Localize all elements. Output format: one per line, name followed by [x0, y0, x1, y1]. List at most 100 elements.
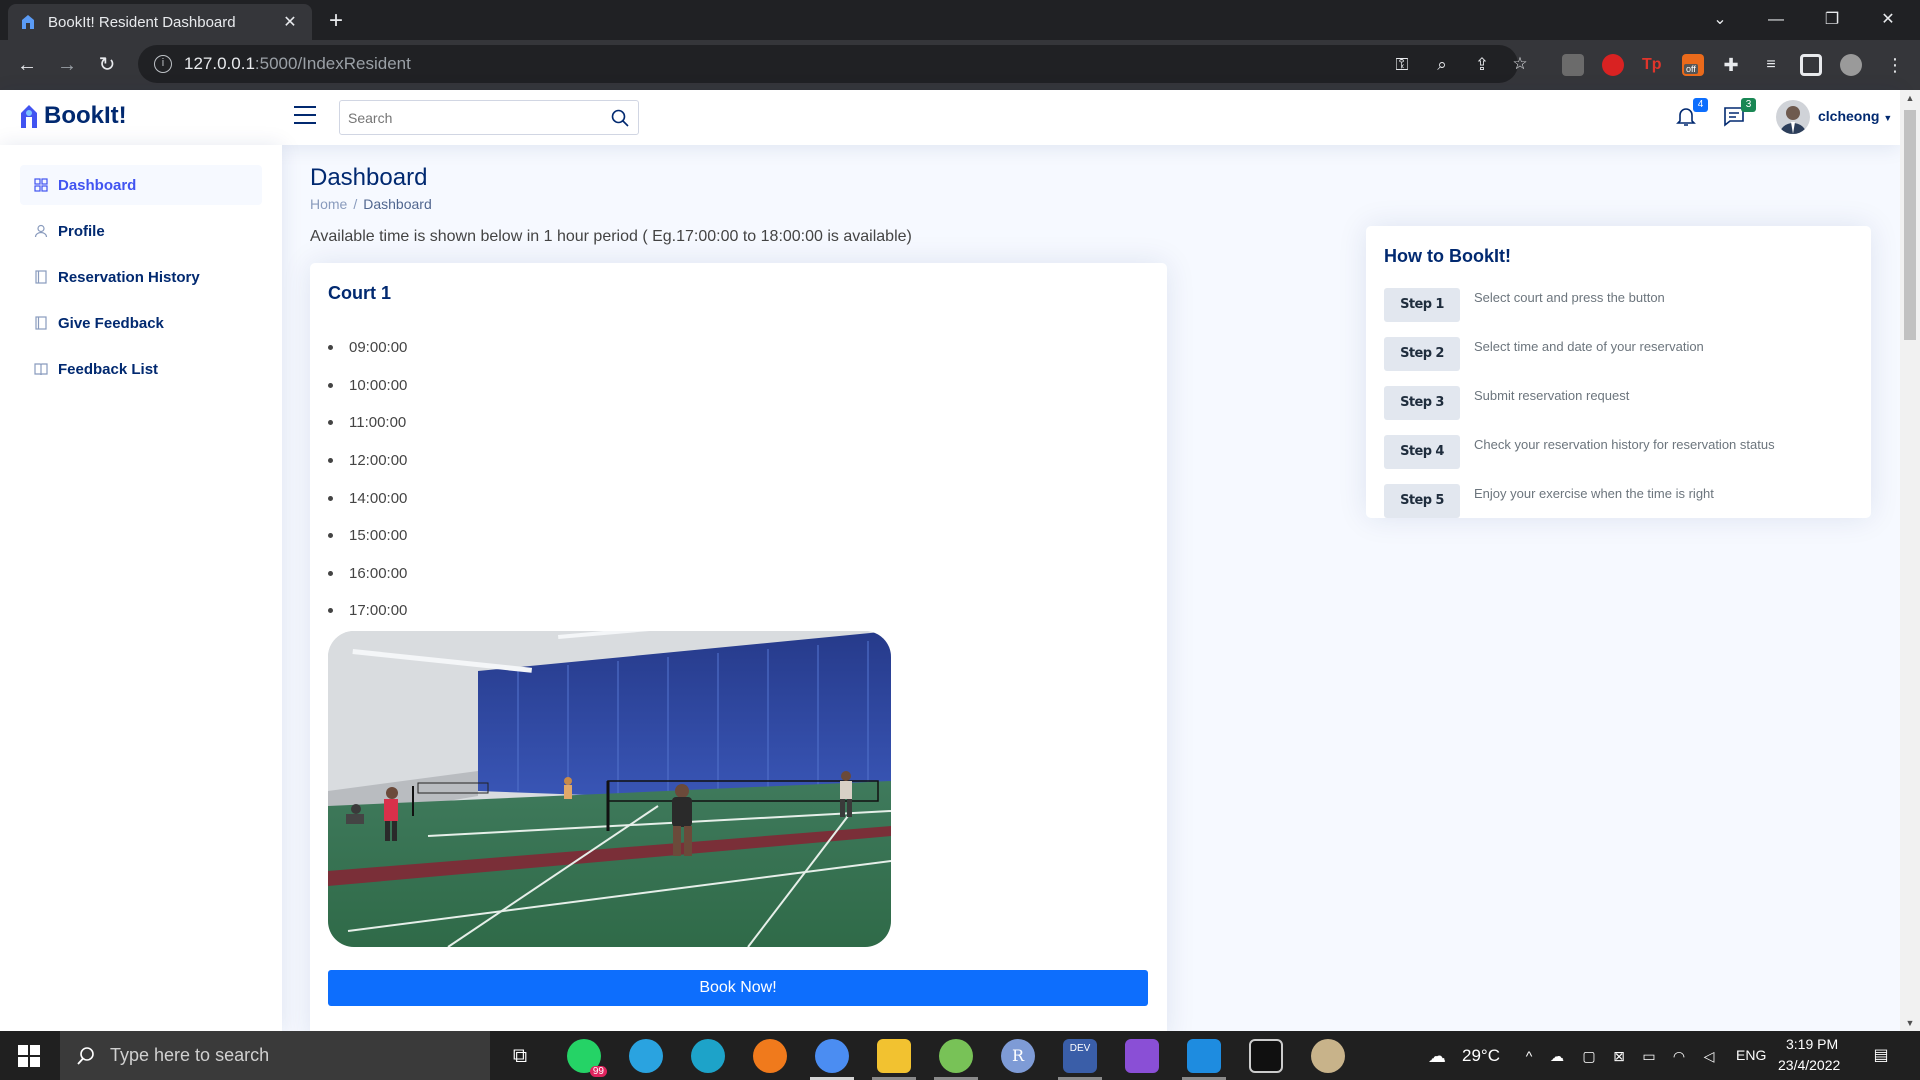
browser-tab[interactable]: BookIt! Resident Dashboard ✕ [8, 4, 312, 40]
sidebar-item-feedback-list[interactable]: Feedback List [20, 349, 262, 389]
side-panel-icon[interactable] [1800, 54, 1822, 76]
vscode-icon[interactable] [1187, 1039, 1221, 1073]
tab-search-icon[interactable]: ⌄ [1692, 0, 1748, 40]
search-icon[interactable] [610, 108, 630, 128]
step-text: Select court and press the button [1474, 290, 1665, 305]
key-icon[interactable]: ⚿ [1390, 53, 1414, 77]
media-control-icon[interactable]: ≡ [1760, 54, 1782, 76]
rstudio-icon[interactable]: R [1001, 1039, 1035, 1073]
step-badge: Step 5 [1384, 484, 1460, 518]
url-host: 127.0.0.1 [184, 54, 255, 73]
brand-name: BookIt! [44, 102, 127, 129]
off-extension-icon[interactable]: off [1682, 54, 1704, 76]
taskbar-search[interactable]: Type here to search [60, 1031, 490, 1080]
wifi-icon[interactable]: ◠ [1670, 1047, 1688, 1065]
available-times-list: 09:00:00 10:00:00 11:00:00 12:00:00 14:0… [328, 329, 407, 630]
language-indicator[interactable]: ENG [1736, 1047, 1766, 1063]
breadcrumb: Home / Dashboard [310, 196, 432, 212]
security-icon[interactable]: ⊠ [1610, 1047, 1628, 1065]
browser-menu-icon[interactable]: ⋮ [1884, 54, 1906, 76]
windows-taskbar: Type here to search ⧉ 99 R DEV ☁ 29°C ^ … [0, 1031, 1920, 1080]
sidebar-toggle-icon[interactable] [294, 106, 316, 126]
how-to-card: How to BookIt! Step 1 Select court and p… [1366, 226, 1871, 518]
taskbar-search-placeholder: Type here to search [110, 1045, 270, 1065]
time-slot: 15:00:00 [328, 517, 407, 555]
search-input[interactable] [340, 101, 590, 134]
sidebar-item-label: Reservation History [58, 268, 200, 286]
step-text: Submit reservation request [1474, 388, 1630, 403]
tab-close-icon[interactable]: ✕ [280, 12, 300, 32]
android-studio-icon[interactable] [939, 1039, 973, 1073]
volume-icon[interactable]: ◁ [1700, 1047, 1718, 1065]
forward-icon[interactable]: → [52, 50, 82, 80]
tp-extension-icon[interactable]: Tp [1642, 54, 1664, 76]
book-now-button[interactable]: Book Now! [328, 970, 1148, 1006]
minimize-button[interactable]: — [1748, 0, 1804, 40]
extensions-puzzle-icon[interactable]: ✚ [1720, 54, 1742, 76]
scroll-thumb[interactable] [1904, 110, 1916, 340]
page-scrollbar[interactable]: ▲ ▼ [1900, 90, 1920, 1031]
notification-center-icon[interactable]: ▤ [1872, 1047, 1890, 1065]
step-row: Step 5 Enjoy your exercise when the time… [1384, 484, 1864, 518]
share-icon[interactable]: ⇪ [1470, 53, 1494, 77]
notifications-bell-icon[interactable]: 4 [1674, 98, 1708, 130]
restore-button[interactable]: ❐ [1804, 0, 1860, 40]
site-info-icon[interactable]: i [154, 55, 172, 73]
adblock-extension-icon[interactable] [1602, 54, 1624, 76]
sidebar-item-dashboard[interactable]: Dashboard [20, 165, 262, 205]
clock-date[interactable]: 23/4/2022 [1778, 1057, 1840, 1073]
close-window-button[interactable]: ✕ [1860, 0, 1916, 40]
search-icon [77, 1046, 94, 1065]
pdf-extension-icon[interactable] [1562, 54, 1584, 76]
firefox-icon[interactable] [753, 1039, 787, 1073]
time-slot: 12:00:00 [328, 442, 407, 480]
onedrive-icon[interactable]: ☁ [1548, 1047, 1566, 1065]
step-badge: Step 3 [1384, 386, 1460, 420]
terminal-icon[interactable] [1249, 1039, 1283, 1073]
messages-badge: 3 [1741, 98, 1756, 112]
weather-cloud-icon[interactable]: ☁ [1424, 1047, 1450, 1065]
step-text: Enjoy your exercise when the time is rig… [1474, 486, 1714, 501]
battery-icon[interactable]: ▭ [1640, 1047, 1658, 1065]
windows-start-icon[interactable] [18, 1045, 40, 1067]
book-icon [34, 363, 48, 376]
logo[interactable]: BookIt! [20, 102, 127, 130]
address-bar: ← → ↻ i 127.0.0.1:5000/IndexResident ⚿ ⌕… [0, 40, 1920, 90]
tray-overflow-icon[interactable]: ^ [1520, 1047, 1538, 1065]
meet-now-icon[interactable]: ▢ [1580, 1047, 1598, 1065]
avatar[interactable] [1776, 100, 1810, 134]
breadcrumb-current: Dashboard [363, 196, 432, 212]
file-explorer-icon[interactable] [877, 1039, 911, 1073]
scroll-down-icon[interactable]: ▼ [1900, 1015, 1920, 1031]
reload-icon[interactable]: ↻ [92, 50, 122, 80]
breadcrumb-home-link[interactable]: Home [310, 196, 347, 212]
new-tab-button[interactable]: + [322, 8, 350, 36]
chrome-icon[interactable] [815, 1039, 849, 1073]
profile-avatar-icon[interactable] [1840, 54, 1862, 76]
visual-studio-icon[interactable] [1125, 1039, 1159, 1073]
url-field[interactable]: i 127.0.0.1:5000/IndexResident ⚿ ⌕ ⇪ ☆ [138, 45, 1528, 83]
sidebar-item-reservation-history[interactable]: Reservation History [20, 257, 262, 297]
step-row: Step 1 Select court and press the button [1384, 288, 1864, 322]
extension-off-badge: off [1684, 64, 1698, 74]
telegram-icon[interactable] [629, 1039, 663, 1073]
back-icon[interactable]: ← [12, 50, 42, 80]
sidebar-item-profile[interactable]: Profile [20, 211, 262, 251]
messages-chat-icon[interactable]: 3 [1722, 98, 1756, 130]
bookit-favicon-icon [22, 15, 34, 29]
whatsapp-icon[interactable]: 99 [567, 1039, 607, 1077]
whatsapp-badge: 99 [589, 1066, 607, 1077]
task-view-icon[interactable]: ⧉ [503, 1039, 537, 1073]
person-icon [34, 224, 48, 238]
zoom-icon[interactable]: ⌕ [1430, 53, 1454, 77]
edge-icon[interactable] [691, 1039, 725, 1073]
bookmark-star-icon[interactable]: ☆ [1508, 52, 1532, 76]
paint-icon[interactable] [1311, 1039, 1345, 1073]
profile-menu-toggle[interactable]: clcheong ▼ [1818, 108, 1892, 124]
sidebar: Dashboard Profile Reservation History Gi… [0, 145, 282, 1031]
scroll-up-icon[interactable]: ▲ [1900, 90, 1920, 106]
sidebar-item-give-feedback[interactable]: Give Feedback [20, 303, 262, 343]
devc-icon[interactable]: DEV [1063, 1039, 1097, 1073]
clock-time[interactable]: 3:19 PM [1786, 1036, 1838, 1052]
search-bar [339, 100, 639, 135]
